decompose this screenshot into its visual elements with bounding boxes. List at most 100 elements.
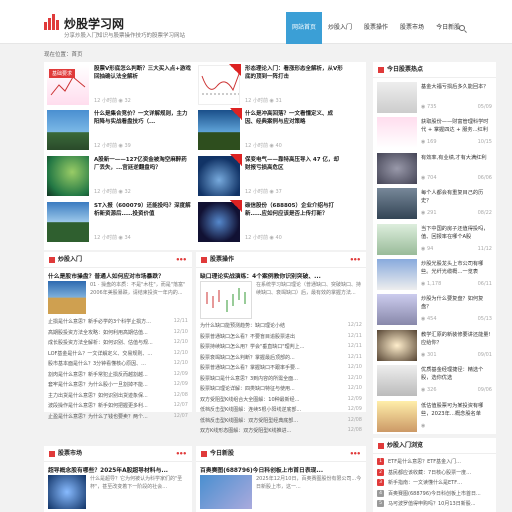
featured-item[interactable]: A股新一——127亿资金被淘空麻醉药厂丢失，...宫廷逆翻盘吗？ 12 小时前 ◉… bbox=[47, 156, 192, 196]
section-feature-title[interactable]: 缺口理论实战演练：4个案例教你识别突破、... bbox=[200, 271, 362, 280]
list-item-title[interactable]: 股票衰竭缺口怎么判断？掌握最后顶部的... bbox=[200, 354, 295, 361]
list-item[interactable]: 成长股投资方法全解析：如何识别、估值与规... 12/10 bbox=[48, 339, 188, 346]
list-item-title[interactable]: 股票缺口是什么意思？3到内容的所需全面... bbox=[200, 375, 298, 382]
thumbnail-image[interactable] bbox=[200, 281, 252, 319]
sidebar-item-title[interactable]: 当下中国的房子还值得投吗，值、回报率在哪个A股 bbox=[421, 225, 493, 241]
featured-title[interactable]: 保变电气——靠特高压导入 47 亿，却财报亏损高危区 bbox=[245, 156, 343, 172]
sidebar-item[interactable]: 教学汇原的新装修要讲还能量!应给你？ ◉ 301 09/01 bbox=[373, 328, 496, 363]
sidebar-item-title[interactable]: 炒股为什么要复盘？如何复盘？ bbox=[421, 295, 493, 311]
list-item[interactable]: 低档反击型K线图解：双方受阻型经典底部... 12/08 bbox=[200, 417, 362, 424]
site-logo-icon[interactable] bbox=[44, 12, 60, 30]
section-feature-title[interactable]: 什么是股市操盘？普通人如何应对市场暴跌？ bbox=[48, 271, 188, 280]
thumbnail-image[interactable] bbox=[377, 259, 417, 290]
list-item-title[interactable]: 股票普通缺口怎么看？掌握缺口不跟率手要... bbox=[200, 364, 300, 371]
list-item-title[interactable]: 成长股投资方法全解析：如何识别、估值与规... bbox=[48, 339, 153, 346]
thumbnail-image[interactable] bbox=[198, 64, 241, 105]
list-item-title[interactable]: 割肉是什么意思？新手常犯止损反而越割越... bbox=[48, 371, 148, 378]
featured-title[interactable]: 形态理论入门：看涨形态全解析，从V形底的顶到一阵打击 bbox=[245, 65, 343, 81]
list-item[interactable]: 双方K线形态图解：双方受阻型K线推进... 12/08 bbox=[200, 427, 362, 434]
sidebar-list-item[interactable]: 1 ETF是什么意思？ETF基金入门... bbox=[377, 458, 492, 465]
sidebar-item-title[interactable]: 教学汇原的新装修要讲还能量!应给你？ bbox=[421, 331, 493, 347]
thumbnail-image[interactable] bbox=[377, 82, 417, 113]
sidebar-item-title[interactable]: 优质基金经理捷径：精选个股，选你优选 bbox=[421, 366, 493, 382]
thumbnail-image[interactable] bbox=[377, 365, 417, 397]
list-item[interactable]: 高期股投资方法全攻略：如何利用高期估值... 12/10 bbox=[48, 329, 188, 336]
list-item[interactable]: 为什么缺口能预测趋势：缺口理论小结 12/12 bbox=[200, 322, 362, 329]
list-item[interactable]: 低档反击型K线图解：连续5根小阳线逆底部... 12/09 bbox=[200, 406, 362, 413]
sidebar-list-item[interactable]: 2 基民都应该收藏：7日核心股票一度… bbox=[377, 468, 492, 476]
sidebar-item[interactable]: 炒股光股龙头上市公司有哪些。光纤光缆概…一览表 ◉ 1,178 06/11 bbox=[373, 257, 496, 292]
featured-title[interactable]: ST入报（600079）还能投吗？深度解析新资源后……投资价值 bbox=[94, 202, 192, 218]
sidebar-list-title[interactable]: ETF是什么意思？ETF基金入门... bbox=[388, 458, 461, 465]
thumbnail-image[interactable] bbox=[377, 117, 417, 149]
featured-title[interactable]: 碳信股份（688805）企业介绍与打新……应如何应该是否上传打新？ bbox=[245, 202, 343, 218]
sidebar-item-title[interactable]: 有效率,有业绩,才有大满红利 bbox=[421, 154, 493, 170]
list-item[interactable]: 止盈是什么意思？为什么了钱也要卖？两个... 12/07 bbox=[48, 413, 188, 420]
list-item[interactable]: 股票缺口理论详解：四类缺口特征与使用... 12/10 bbox=[200, 385, 362, 392]
list-item-title[interactable]: 高期股投资方法全攻略：如何利用高期估值... bbox=[48, 329, 148, 336]
thumbnail-image[interactable] bbox=[377, 152, 417, 184]
sidebar-item[interactable]: 基金大福亏损后多久能回本？ ◉ 735 05/09 bbox=[373, 80, 496, 115]
list-item[interactable]: 套牢是什么意思？为什么股小一旦割掉不能... 12/09 bbox=[48, 381, 188, 388]
list-item[interactable]: 股市基本面是什么？3分钟看懂核心原因、... 12/10 bbox=[48, 360, 188, 367]
list-item-title[interactable]: 股票持续缺口怎么用？学会"垂直缺口"理判上... bbox=[200, 343, 304, 350]
thumbnail-image[interactable] bbox=[48, 281, 86, 314]
nav-shichang[interactable]: 股票市场 bbox=[394, 12, 430, 44]
sidebar-list-title[interactable]: 新手指南：一文读懂什么是ETF… bbox=[388, 479, 462, 486]
list-item[interactable]: 波段操作是什么意思？新手如何把握更多利... 12/07 bbox=[48, 402, 188, 409]
thumbnail-image[interactable] bbox=[47, 202, 89, 242]
list-item-title[interactable]: 双方K线形态图解：双方受阻型K线推进... bbox=[200, 427, 291, 434]
sidebar-list-title[interactable]: 基民都应该收藏：7日核心股票一度… bbox=[388, 469, 471, 476]
list-item[interactable]: 割肉是什么意思？新手常犯止损反而越割越... 12/09 bbox=[48, 371, 188, 378]
list-item-title[interactable]: 股票普通缺口怎么看？不要盲目追股票进出 bbox=[200, 333, 295, 340]
thumbnail-image[interactable] bbox=[377, 294, 417, 326]
featured-title[interactable]: 什么是集合竞价？一文详解规则，主力阳降与实战看盘技巧（... bbox=[94, 110, 192, 126]
list-item[interactable]: 主力出货是什么意思？如何识别出货迹象保... 12/08 bbox=[48, 392, 188, 399]
sidebar-item-title[interactable]: 每个人都会有重复目己的历史？ bbox=[421, 189, 493, 205]
featured-title[interactable]: 股票V形底怎么判断？三大买入点+游戏回抽确认法全解析 bbox=[94, 65, 192, 81]
sidebar-item[interactable]: 获取股份——财富管理科学时代 + 掌握四达 + 服务...红利 ◉ 169 10/1… bbox=[373, 115, 496, 150]
list-item[interactable]: 股票衰竭缺口怎么判断？掌握最后顶部的... 12/11 bbox=[200, 354, 362, 361]
thumbnail-image[interactable] bbox=[48, 475, 86, 509]
thumbnail-image[interactable] bbox=[377, 188, 417, 220]
thumbnail-image[interactable] bbox=[377, 400, 417, 432]
nav-home[interactable]: 网站首页 bbox=[286, 12, 323, 44]
sidebar-item-title[interactable]: 炒股光股龙头上市公司有哪些。光纤光缆概…一览表 bbox=[421, 260, 493, 276]
featured-item[interactable]: 碳信股份（688805）企业介绍与打新……应如何应该是否上传打新？ 12 小时前 … bbox=[198, 200, 343, 242]
featured-item[interactable]: ST入报（600079）还能投吗？深度解析新资源后……投资价值 12 小时前 ◉ … bbox=[47, 202, 192, 242]
thumbnail-image[interactable] bbox=[47, 110, 89, 150]
featured-item[interactable]: 什么是冲高回落？一文看懂定义、成因、经典案例与应对策略 12 小时前 ◉ 40 bbox=[198, 108, 343, 150]
featured-title[interactable]: 什么是冲高回落？一文看懂定义、成因、经典案例与应对策略 bbox=[245, 110, 343, 126]
sidebar-item[interactable]: 炒股为什么要复盘？如何复盘？ ◉ 454 05/13 bbox=[373, 292, 496, 327]
nav-caozuo[interactable]: 股票操作 bbox=[358, 12, 394, 44]
sidebar-list-title[interactable]: 百奥赛图(688796)今日科创板上市首日... bbox=[388, 490, 481, 497]
list-item-title[interactable]: 套牢是什么意思？为什么股小一旦割掉不能... bbox=[48, 381, 148, 388]
featured-item[interactable]: 保变电气——靠特高压导入 47 亿，却财报亏损高危区 12 小时前 ◉ 37 bbox=[198, 154, 343, 196]
sidebar-list-item[interactable]: 3 新手指南：一文读懂什么是ETF… bbox=[377, 479, 492, 486]
list-item[interactable]: 双方受阻型K线组合大全图解：10种最新经... 12/09 bbox=[200, 396, 362, 403]
nav-rumen[interactable]: 炒股入门 bbox=[322, 12, 358, 44]
search-icon[interactable] bbox=[459, 25, 465, 31]
list-item-title[interactable]: 为什么缺口能预测趋势：缺口理论小结 bbox=[200, 322, 285, 329]
list-item[interactable]: LOF基金是什么？一文详解定义、交易规则、... 12/10 bbox=[48, 350, 188, 357]
sidebar-item[interactable]: 优质基金经理捷径：精选个股，选你优选 ◉ 326 09/06 bbox=[373, 363, 496, 398]
list-item-title[interactable]: 股票缺口理论详解：四类缺口特征与使用... bbox=[200, 385, 295, 392]
section-feature-title[interactable]: 百奥赛图(688796)今日科创板上市首日表现... bbox=[200, 465, 362, 474]
featured-item[interactable]: 基础要求 股票V形底怎么判断？三大买入点+游戏回抽确认法全解析 12 小时前 ◉ … bbox=[47, 65, 192, 105]
thumbnail-image[interactable]: 基础要求 bbox=[47, 65, 89, 105]
thumbnail-image[interactable] bbox=[47, 156, 89, 196]
list-item-title[interactable]: 止损是什么意思？新手必学的3个科学止损方... bbox=[48, 318, 151, 325]
list-item-title[interactable]: LOF基金是什么？一文详解定义、交易规则、... bbox=[48, 350, 152, 357]
thumbnail-image[interactable] bbox=[198, 154, 242, 196]
list-item[interactable]: 股票普通缺口怎么看？不要盲目追股票进出 12/11 bbox=[200, 333, 362, 340]
sidebar-item-title[interactable]: 基金大福亏损后多久能回本？ bbox=[421, 83, 493, 99]
list-item[interactable]: 止损是什么意思？新手必学的3个科学止损方... 12/11 bbox=[48, 318, 188, 325]
list-item-title[interactable]: 止盈是什么意思？为什么了钱也要卖？两个... bbox=[48, 413, 148, 420]
sidebar-item[interactable]: 低估值股票可为某投资有哪些，2023年…概念股名单 ◉ bbox=[373, 399, 496, 434]
sidebar-list-item[interactable]: 4 百奥赛图(688796)今日科创板上市首日... bbox=[377, 489, 492, 497]
list-item-title[interactable]: 双方受阻型K线组合大全图解：10种最新经... bbox=[200, 396, 299, 403]
thumbnail-image[interactable] bbox=[198, 200, 242, 242]
sidebar-list-item[interactable]: 5 马可波罗值得申购吗？10月13日新股... bbox=[377, 500, 492, 507]
sidebar-item[interactable]: 每个人都会有重复目己的历史？ ◉ 291 08/22 bbox=[373, 186, 496, 221]
featured-item[interactable]: 什么是集合竞价？一文详解规则，主力阳降与实战看盘技巧（... 12 小时前 ◉ 3… bbox=[47, 110, 192, 150]
